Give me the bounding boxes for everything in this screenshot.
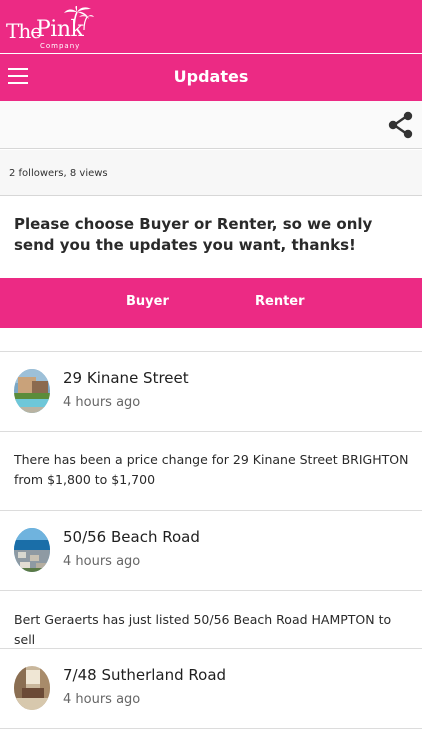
buyer-button[interactable]: Buyer xyxy=(126,294,169,309)
update-time: 4 hours ago xyxy=(63,692,141,707)
update-card-header[interactable]: 50/56 Beach Road 4 hours ago xyxy=(0,511,422,591)
property-thumbnail xyxy=(14,528,50,572)
update-address: 50/56 Beach Road xyxy=(63,528,200,546)
update-address: 7/48 Sutherland Road xyxy=(63,666,227,684)
stats-row: 2 followers, 8 views xyxy=(0,150,422,196)
page-title: Updates xyxy=(173,67,249,86)
update-time: 4 hours ago xyxy=(63,554,141,569)
logo-company-text: Company xyxy=(40,42,81,50)
brand-bar: The Pink Company xyxy=(0,0,422,53)
company-logo: The Pink Company xyxy=(6,6,96,50)
update-card-header[interactable]: 29 Kinane Street 4 hours ago xyxy=(0,352,422,432)
property-thumbnail xyxy=(14,369,50,413)
choice-bar: Buyer Renter xyxy=(0,278,422,328)
share-icon[interactable] xyxy=(388,111,414,139)
title-bar: Updates xyxy=(0,54,422,101)
update-message: There has been a price change for 29 Kin… xyxy=(14,452,409,487)
renter-button[interactable]: Renter xyxy=(255,294,305,309)
logo-pink-text: Pink xyxy=(36,17,84,42)
update-card-header[interactable]: 7/48 Sutherland Road 4 hours ago xyxy=(0,649,422,729)
update-message-row: There has been a price change for 29 Kin… xyxy=(0,432,422,511)
section-spacer xyxy=(0,328,422,352)
followers-views-text: 2 followers, 8 views xyxy=(9,168,108,179)
property-thumbnail xyxy=(14,666,50,710)
buyer-renter-prompt: Please choose Buyer or Renter, so we onl… xyxy=(14,215,373,254)
update-time: 4 hours ago xyxy=(63,395,141,410)
update-message: Bert Geraerts has just listed 50/56 Beac… xyxy=(14,612,392,647)
update-address: 29 Kinane Street xyxy=(63,369,189,387)
update-message-row: Bert Geraerts has just listed 50/56 Beac… xyxy=(0,591,422,649)
share-row xyxy=(0,101,422,149)
